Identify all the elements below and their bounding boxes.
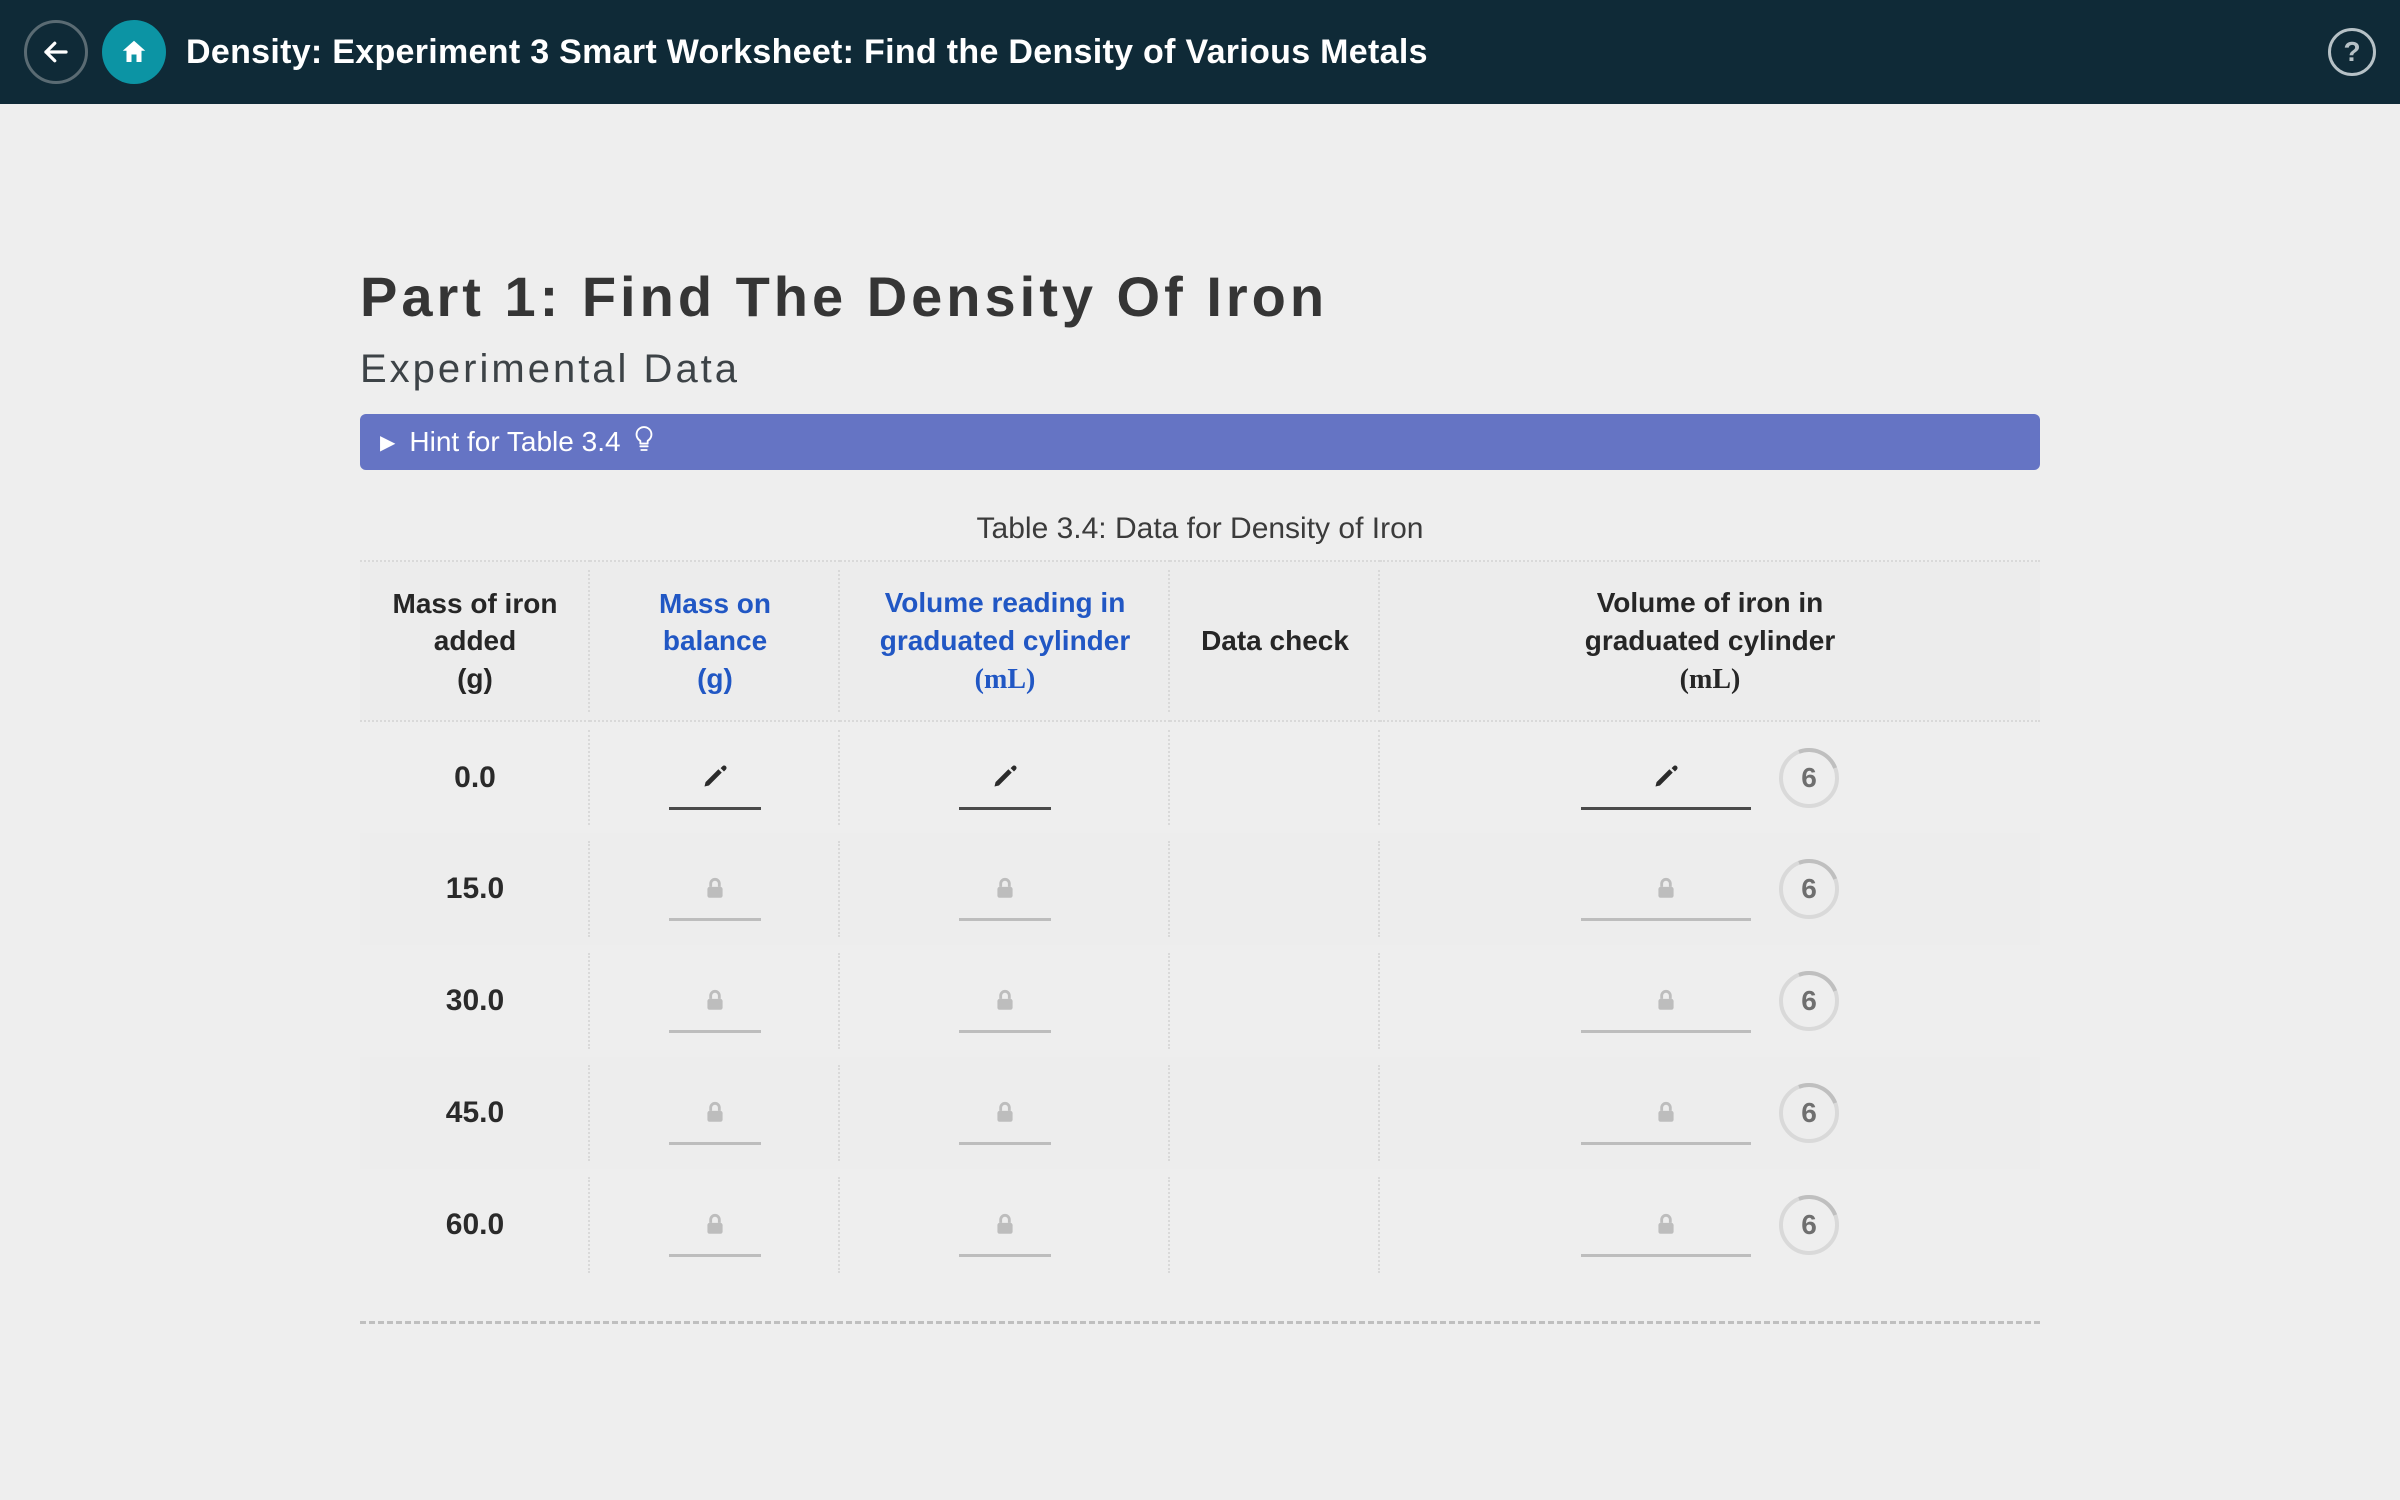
col-volume-iron: Volume of iron in graduated cylinder (mL… [1380, 561, 2040, 721]
lock-icon [1653, 875, 1679, 901]
pencil-icon [991, 762, 1019, 790]
lock-icon [702, 987, 728, 1013]
page-title: Density: Experiment 3 Smart Worksheet: F… [186, 33, 1428, 72]
cell-mass-balance [590, 721, 840, 833]
col-volume-reading[interactable]: Volume reading in graduated cylinder (mL… [840, 561, 1170, 721]
app-bar: Density: Experiment 3 Smart Worksheet: F… [0, 0, 2400, 104]
cell-volume-iron: 6 [1380, 945, 2040, 1057]
volume-reading-input [959, 969, 1051, 1033]
lock-icon [702, 1211, 728, 1237]
mass-balance-input [669, 1193, 761, 1257]
cell-mass-balance [590, 945, 840, 1057]
expand-icon: ▶ [380, 430, 395, 455]
cell-volume-reading [840, 721, 1170, 833]
table-row: 45.06 [360, 1057, 2040, 1169]
mass-balance-input [669, 857, 761, 921]
volume-reading-input [959, 1081, 1051, 1145]
lock-icon [992, 1099, 1018, 1125]
mass-balance-input [669, 1081, 761, 1145]
attempts-counter: 6 [1779, 1195, 1839, 1255]
cell-volume-reading [840, 945, 1170, 1057]
volume-iron-input [1581, 1193, 1751, 1257]
table-row: 60.06 [360, 1169, 2040, 1281]
cell-volume-iron: 6 [1380, 833, 2040, 945]
volume-reading-input[interactable] [959, 746, 1051, 810]
cell-mass-added: 60.0 [360, 1169, 590, 1281]
cell-mass-balance [590, 1057, 840, 1169]
attempts-counter: 6 [1779, 971, 1839, 1031]
section-heading: Experimental Data [360, 347, 2040, 392]
cell-volume-reading [840, 1169, 1170, 1281]
volume-iron-input [1581, 1081, 1751, 1145]
arrow-left-icon [41, 37, 71, 67]
lock-icon [1653, 1211, 1679, 1237]
table-row: 0.06 [360, 721, 2040, 833]
col-mass-balance[interactable]: Mass on balance (g) [590, 561, 840, 721]
attempts-counter: 6 [1779, 859, 1839, 919]
cell-mass-added: 15.0 [360, 833, 590, 945]
cell-data-check [1170, 833, 1380, 945]
lock-icon [702, 875, 728, 901]
mass-balance-input[interactable] [669, 746, 761, 810]
cell-volume-reading [840, 833, 1170, 945]
home-button[interactable] [102, 20, 166, 84]
cell-data-check [1170, 945, 1380, 1057]
lightbulb-icon [633, 425, 655, 460]
lock-icon [702, 1099, 728, 1125]
cell-mass-balance [590, 1169, 840, 1281]
cell-mass-added: 0.0 [360, 721, 590, 833]
col-mass-added: Mass of iron added (g) [360, 561, 590, 721]
hint-toggle[interactable]: ▶ Hint for Table 3.4 [360, 414, 2040, 470]
data-table: Mass of iron added (g) Mass on balance (… [360, 560, 2040, 1281]
volume-iron-input [1581, 857, 1751, 921]
mass-balance-input [669, 969, 761, 1033]
cell-volume-iron: 6 [1380, 1057, 2040, 1169]
lock-icon [1653, 1099, 1679, 1125]
cell-data-check [1170, 721, 1380, 833]
volume-reading-input [959, 1193, 1051, 1257]
lock-icon [1653, 987, 1679, 1013]
lock-icon [992, 1211, 1018, 1237]
volume-reading-input [959, 857, 1051, 921]
cell-mass-balance [590, 833, 840, 945]
worksheet: Part 1: Find The Density Of Iron Experim… [340, 104, 2060, 1324]
attempts-counter: 6 [1779, 1083, 1839, 1143]
lock-icon [992, 875, 1018, 901]
divider [360, 1321, 2040, 1324]
col-data-check: Data check [1170, 561, 1380, 721]
cell-data-check [1170, 1057, 1380, 1169]
lock-icon [992, 987, 1018, 1013]
table-row: 15.06 [360, 833, 2040, 945]
cell-data-check [1170, 1169, 1380, 1281]
cell-volume-reading [840, 1057, 1170, 1169]
part-heading: Part 1: Find The Density Of Iron [360, 264, 2040, 329]
volume-iron-input[interactable] [1581, 746, 1751, 810]
cell-mass-added: 45.0 [360, 1057, 590, 1169]
cell-volume-iron: 6 [1380, 721, 2040, 833]
table-row: 30.06 [360, 945, 2040, 1057]
help-button[interactable]: ? [2328, 28, 2376, 76]
cell-mass-added: 30.0 [360, 945, 590, 1057]
pencil-icon [1652, 762, 1680, 790]
table-caption: Table 3.4: Data for Density of Iron [360, 512, 2040, 546]
home-icon [119, 37, 149, 67]
pencil-icon [701, 762, 729, 790]
attempts-counter: 6 [1779, 748, 1839, 808]
hint-label: Hint for Table 3.4 [409, 426, 620, 458]
cell-volume-iron: 6 [1380, 1169, 2040, 1281]
volume-iron-input [1581, 969, 1751, 1033]
back-button[interactable] [24, 20, 88, 84]
help-icon: ? [2343, 36, 2360, 68]
